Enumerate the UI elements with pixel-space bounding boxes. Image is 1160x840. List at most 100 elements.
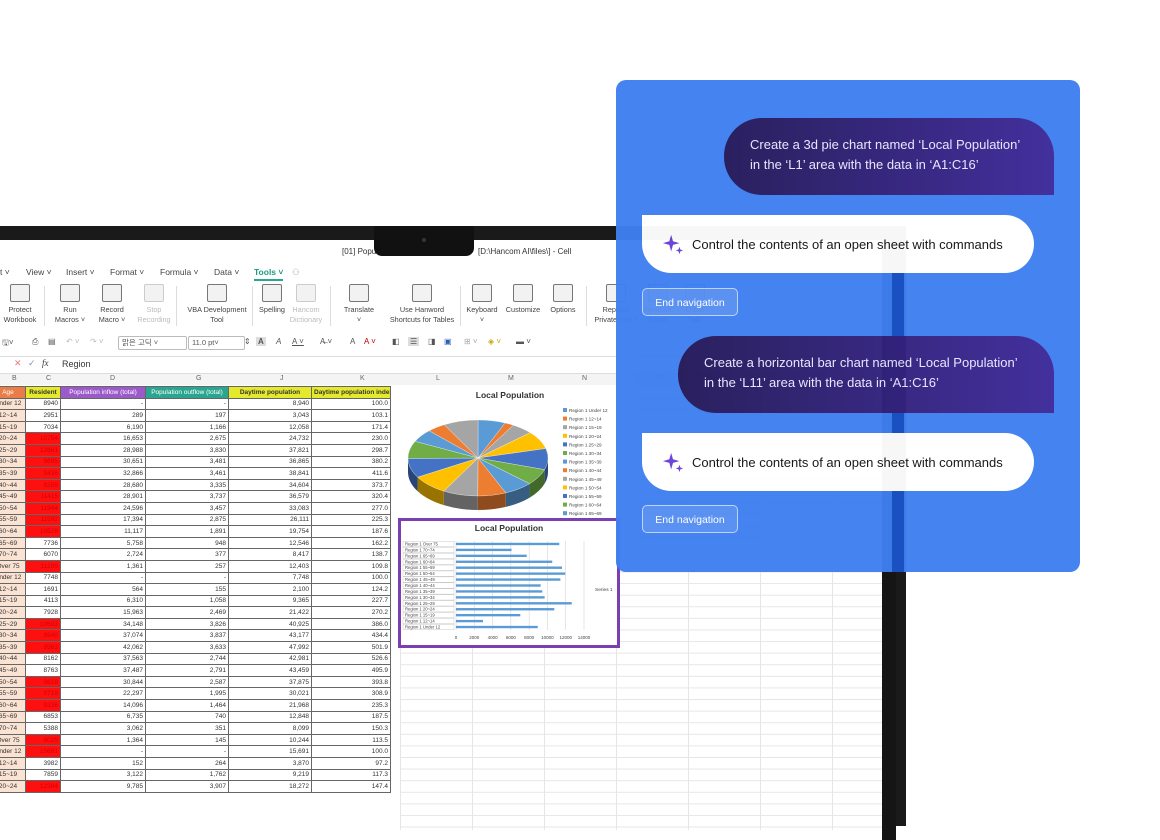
table-cell[interactable]: 97.2: [312, 758, 391, 770]
menu-format[interactable]: Format ˅: [110, 267, 144, 277]
table-cell[interactable]: 60~64: [0, 700, 26, 712]
table-cell[interactable]: 15,691: [229, 746, 312, 758]
table-cell[interactable]: Over 75: [0, 734, 26, 746]
table-cell[interactable]: 18,272: [229, 781, 312, 793]
table-cell[interactable]: 30,844: [61, 676, 146, 688]
table-cell[interactable]: 270.2: [312, 607, 391, 619]
print-preview-icon[interactable]: ▤: [48, 337, 56, 346]
table-cell[interactable]: 24,596: [61, 502, 146, 514]
table-cell[interactable]: 70~74: [0, 723, 26, 735]
table-cell[interactable]: 411.6: [312, 468, 391, 480]
table-cell[interactable]: 740: [146, 711, 229, 723]
align-right-button[interactable]: ◨: [428, 337, 436, 346]
bar[interactable]: [456, 590, 542, 592]
table-cell[interactable]: Under 12: [0, 746, 26, 758]
table-cell[interactable]: 2,791: [146, 665, 229, 677]
table-cell[interactable]: 227.7: [312, 595, 391, 607]
bar[interactable]: [456, 561, 552, 563]
strikethrough-button[interactable]: A̶ ˅: [320, 337, 332, 346]
table-cell[interactable]: 1,361: [61, 560, 146, 572]
table-cell[interactable]: 9695: [26, 456, 61, 468]
bar[interactable]: [456, 584, 541, 586]
table-cell[interactable]: 37,821: [229, 444, 312, 456]
table-cell[interactable]: 20~24: [0, 607, 26, 619]
table-cell[interactable]: 40,925: [229, 618, 312, 630]
table-cell[interactable]: 16,653: [61, 433, 146, 445]
table-cell[interactable]: 30~34: [0, 630, 26, 642]
bar[interactable]: [456, 572, 565, 574]
run-macros-button[interactable]: RunMacros ˅: [52, 284, 88, 325]
table-cell[interactable]: 10,244: [229, 734, 312, 746]
table-cell[interactable]: 21,968: [229, 700, 312, 712]
table-cell[interactable]: 526.6: [312, 653, 391, 665]
table-cell[interactable]: Under 12: [0, 398, 26, 410]
formula-input[interactable]: Region: [62, 359, 91, 369]
table-cell[interactable]: 380.2: [312, 456, 391, 468]
bar-chart[interactable]: Local Population 02000400060008000100001…: [398, 518, 620, 648]
table-cell[interactable]: 7748: [26, 572, 61, 584]
table-cell[interactable]: 60~64: [0, 526, 26, 538]
cancel-icon[interactable]: ✕: [14, 358, 22, 369]
table-cell[interactable]: 3,062: [61, 723, 146, 735]
table-cell[interactable]: 14,096: [61, 700, 146, 712]
vba-button[interactable]: VBA DevelopmentTool: [182, 284, 252, 325]
fill-color-button[interactable]: ◈ ˅: [488, 337, 501, 346]
confirm-icon[interactable]: ✓: [28, 358, 36, 369]
table-cell[interactable]: 147.4: [312, 781, 391, 793]
bar[interactable]: [456, 555, 527, 557]
table-cell[interactable]: 230.0: [312, 433, 391, 445]
spelling-button[interactable]: Spelling: [256, 284, 288, 315]
record-macro-button[interactable]: RecordMacro ˅: [94, 284, 130, 325]
table-cell[interactable]: 495.9: [312, 665, 391, 677]
bar[interactable]: [456, 596, 545, 598]
table-cell[interactable]: 8,940: [229, 398, 312, 410]
menu-data[interactable]: Data ˅: [214, 267, 239, 277]
table-cell[interactable]: 3,837: [146, 630, 229, 642]
table-cell[interactable]: 100.0: [312, 746, 391, 758]
table-cell[interactable]: 40~44: [0, 653, 26, 665]
header-cell[interactable]: Resident: [26, 387, 61, 399]
table-cell[interactable]: 150.3: [312, 723, 391, 735]
column-header-g[interactable]: G: [196, 375, 201, 382]
table-cell[interactable]: 25~29: [0, 444, 26, 456]
bar[interactable]: [456, 578, 560, 580]
table-cell[interactable]: 8940: [26, 398, 61, 410]
font-shrink-button[interactable]: A: [350, 337, 355, 346]
table-cell[interactable]: 264: [146, 758, 229, 770]
menu-insert[interactable]: Insert ˅: [66, 267, 95, 277]
table-cell[interactable]: 37,487: [61, 665, 146, 677]
table-cell[interactable]: 377: [146, 549, 229, 561]
table-cell[interactable]: 3982: [26, 758, 61, 770]
table-cell[interactable]: 289: [61, 410, 146, 422]
table-cell[interactable]: 3,870: [229, 758, 312, 770]
table-cell[interactable]: 11592: [26, 514, 61, 526]
table-cell[interactable]: 434.4: [312, 630, 391, 642]
table-cell[interactable]: 12~14: [0, 758, 26, 770]
table-cell[interactable]: 36,579: [229, 491, 312, 503]
table-cell[interactable]: 15691: [26, 746, 61, 758]
end-navigation-button[interactable]: End navigation: [642, 288, 738, 316]
bar[interactable]: [456, 614, 520, 616]
table-cell[interactable]: 145: [146, 734, 229, 746]
table-cell[interactable]: 225.3: [312, 514, 391, 526]
table-cell[interactable]: -: [61, 746, 146, 758]
table-cell[interactable]: 43,459: [229, 665, 312, 677]
table-cell[interactable]: 36,865: [229, 456, 312, 468]
table-cell[interactable]: 9,219: [229, 769, 312, 781]
table-cell[interactable]: 12661: [26, 444, 61, 456]
table-cell[interactable]: 30,651: [61, 456, 146, 468]
table-cell[interactable]: 37,875: [229, 676, 312, 688]
table-cell[interactable]: 70~74: [0, 549, 26, 561]
table-cell[interactable]: 564: [61, 584, 146, 596]
print-icon[interactable]: ⎙: [32, 337, 38, 347]
pie-chart[interactable]: Local Population Region 1 Under 12Region…: [400, 386, 620, 520]
table-cell[interactable]: 15,963: [61, 607, 146, 619]
table-cell[interactable]: 9719: [26, 688, 61, 700]
table-cell[interactable]: 19,754: [229, 526, 312, 538]
table-cell[interactable]: 8,417: [229, 549, 312, 561]
table-cell[interactable]: 55~59: [0, 514, 26, 526]
italic-button[interactable]: A: [276, 337, 281, 346]
table-cell[interactable]: 351: [146, 723, 229, 735]
font-size-stepper[interactable]: ⇕: [244, 337, 251, 346]
table-cell[interactable]: 55~59: [0, 688, 26, 700]
